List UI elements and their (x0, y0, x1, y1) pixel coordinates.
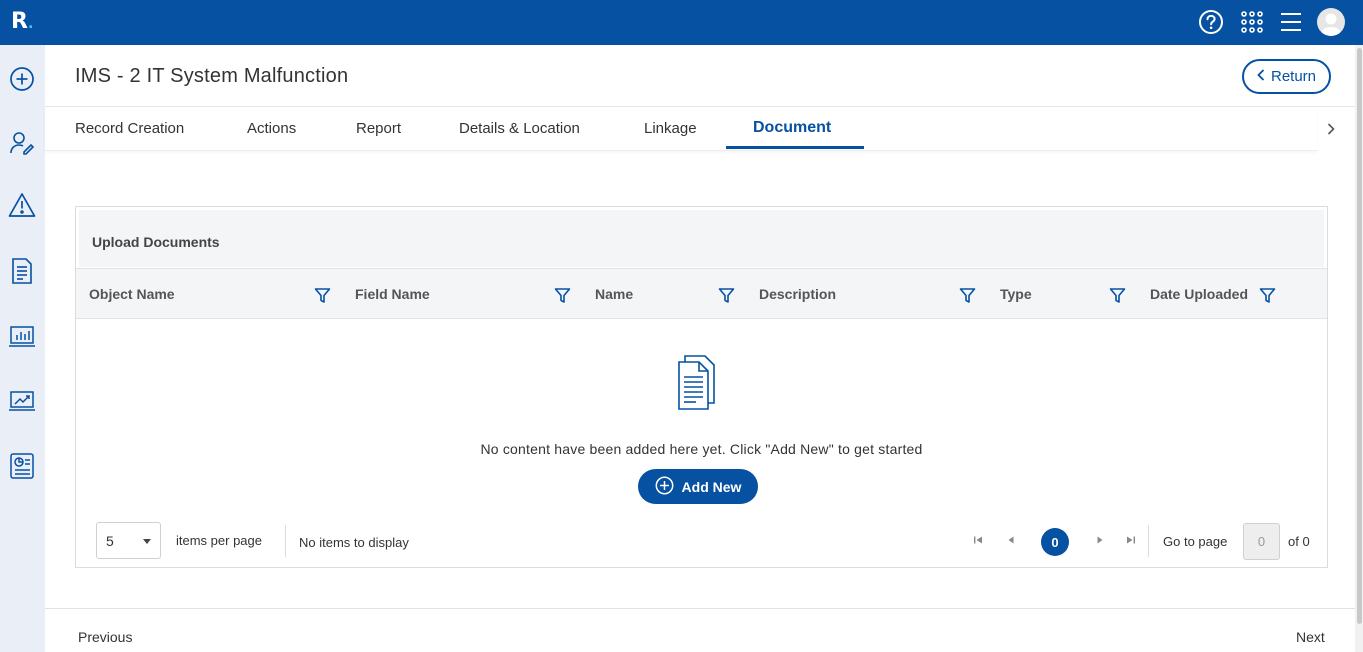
active-tab-indicator (726, 146, 864, 149)
add-new-label: Add New (681, 478, 742, 495)
panel-header: Upload Documents (79, 210, 1324, 267)
trend-chart-icon[interactable] (8, 387, 36, 415)
tab-document[interactable]: Document (753, 119, 831, 137)
filter-icon[interactable] (1259, 287, 1276, 304)
chevron-left-icon (1257, 68, 1265, 85)
current-page-indicator[interactable]: 0 (1041, 528, 1069, 556)
pager: 5 items per page No items to display 0 G… (76, 517, 1327, 567)
column-header[interactable]: Name (595, 286, 633, 302)
filter-icon[interactable] (1109, 287, 1126, 304)
next-page-icon[interactable] (1095, 535, 1105, 547)
panel-title: Upload Documents (92, 234, 220, 250)
filter-icon[interactable] (718, 287, 735, 304)
apps-grid-icon[interactable] (1238, 8, 1266, 36)
return-button[interactable]: Return (1242, 59, 1331, 94)
pager-status: No items to display (299, 535, 409, 550)
scrollbar-thumb[interactable] (1357, 48, 1362, 624)
filter-icon[interactable] (314, 287, 331, 304)
total-pages-label: of 0 (1288, 534, 1310, 549)
grid-header: Object Name Field Name Name Description … (76, 268, 1327, 319)
return-label: Return (1270, 68, 1317, 85)
add-new-button[interactable]: Add New (638, 469, 758, 504)
user-avatar[interactable] (1317, 8, 1345, 36)
first-page-icon[interactable] (973, 535, 983, 547)
pager-divider (285, 525, 286, 557)
footer-divider (45, 608, 1355, 609)
bar-chart-icon[interactable] (8, 323, 36, 351)
help-icon[interactable] (1197, 8, 1225, 36)
pager-divider (1148, 525, 1149, 557)
tab-details-location[interactable]: Details & Location (459, 120, 580, 137)
column-header[interactable]: Date Uploaded (1150, 286, 1248, 302)
empty-documents-icon (676, 355, 720, 410)
document-list-icon[interactable] (8, 257, 36, 285)
empty-state-message: No content have been added here yet. Cli… (480, 441, 923, 457)
app-logo[interactable]: R. (11, 9, 33, 37)
go-to-page-input[interactable]: 0 (1243, 523, 1280, 560)
page-title: IMS - 2 IT System Malfunction (75, 65, 349, 87)
add-circle-icon[interactable] (8, 65, 36, 93)
upload-documents-panel: Upload Documents Object Name Field Name … (75, 206, 1328, 568)
last-page-icon[interactable] (1126, 535, 1136, 547)
column-header[interactable]: Field Name (355, 286, 430, 302)
chevron-down-icon (143, 539, 151, 544)
go-to-page-label: Go to page (1163, 534, 1228, 549)
report-icon[interactable] (8, 452, 36, 480)
column-header[interactable]: Object Name (89, 286, 175, 302)
tab-report[interactable]: Report (356, 120, 401, 137)
warning-icon[interactable] (8, 191, 36, 219)
tab-bar: Record Creation Actions Report Details &… (45, 107, 1317, 151)
tab-record-creation[interactable]: Record Creation (75, 120, 184, 137)
sidebar (0, 45, 45, 652)
column-header[interactable]: Description (759, 286, 836, 302)
filter-icon[interactable] (959, 287, 976, 304)
plus-circle-icon (655, 476, 674, 498)
previous-page-icon[interactable] (1006, 535, 1016, 547)
filter-icon[interactable] (554, 287, 571, 304)
user-edit-icon[interactable] (8, 129, 36, 157)
items-per-page-label: items per page (176, 533, 262, 548)
next-button[interactable]: Next (1296, 629, 1325, 645)
page-size-select[interactable]: 5 (96, 522, 161, 559)
tab-linkage[interactable]: Linkage (644, 120, 697, 137)
column-header[interactable]: Type (1000, 286, 1032, 302)
menu-icon[interactable] (1277, 8, 1305, 36)
tab-actions[interactable]: Actions (247, 120, 296, 137)
tab-scroll-right-icon[interactable] (1327, 122, 1335, 138)
previous-button[interactable]: Previous (78, 629, 132, 645)
top-bar: R. (0, 0, 1363, 45)
